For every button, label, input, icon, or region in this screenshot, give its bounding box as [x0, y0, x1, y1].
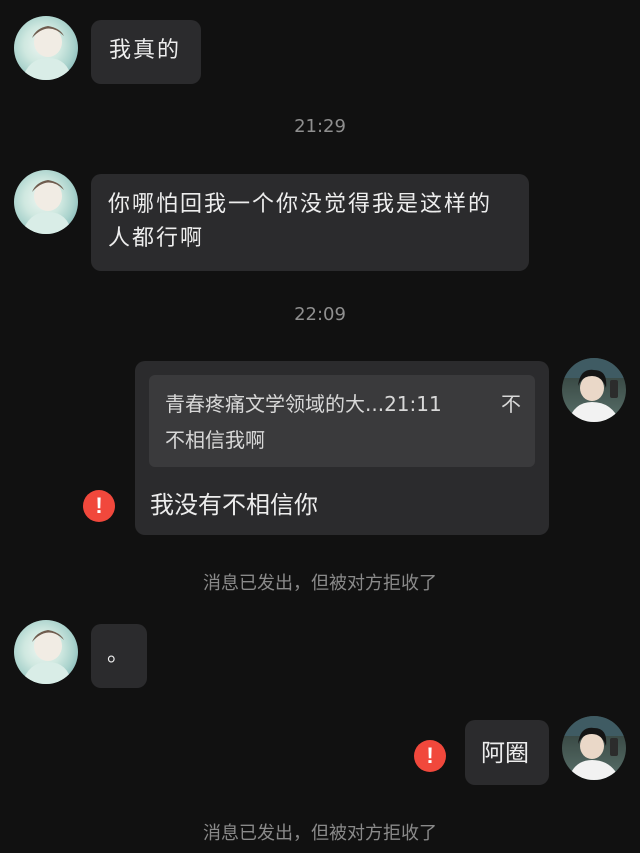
message-bubble[interactable]: 你哪怕回我一个你没觉得我是这样的人都行啊	[91, 174, 529, 271]
self-avatar-icon	[562, 716, 626, 780]
contact-avatar-icon	[14, 170, 78, 234]
message-text: 。	[107, 642, 132, 667]
self-avatar-icon	[562, 358, 626, 422]
timestamp: 22:09	[294, 304, 346, 325]
self-avatar[interactable]	[562, 358, 626, 422]
contact-avatar-icon	[14, 620, 78, 684]
timestamp: 21:29	[294, 116, 346, 137]
message-text: 你哪怕回我一个你没觉得我是这样的人都行啊	[108, 192, 493, 251]
message-bubble[interactable]: 阿圈	[465, 720, 549, 785]
message-text: 我没有不相信你	[150, 491, 318, 519]
error-icon[interactable]: !	[83, 490, 115, 522]
contact-avatar[interactable]	[14, 16, 78, 80]
contact-avatar-icon	[14, 16, 78, 80]
self-avatar[interactable]	[562, 716, 626, 780]
rejected-notice: 消息已发出，但被对方拒收了	[203, 573, 437, 594]
quote-source: 青春疼痛文学领域的大...21:11	[165, 392, 442, 416]
quoted-message[interactable]: 青春疼痛文学领域的大...21:11 不 不相信我啊	[149, 375, 535, 467]
contact-avatar[interactable]	[14, 170, 78, 234]
contact-avatar[interactable]	[14, 620, 78, 684]
quote-text: 不相信我啊	[165, 428, 265, 452]
quote-text-start: 不	[501, 392, 521, 416]
message-text: 我真的	[109, 38, 182, 63]
error-icon[interactable]: !	[414, 740, 446, 772]
message-text: 阿圈	[481, 739, 529, 767]
rejected-notice: 消息已发出，但被对方拒收了	[203, 823, 437, 844]
message-bubble[interactable]: 。	[91, 624, 147, 688]
message-bubble[interactable]: 青春疼痛文学领域的大...21:11 不 不相信我啊 我没有不相信你	[135, 361, 549, 535]
message-bubble[interactable]: 我真的	[91, 20, 201, 84]
